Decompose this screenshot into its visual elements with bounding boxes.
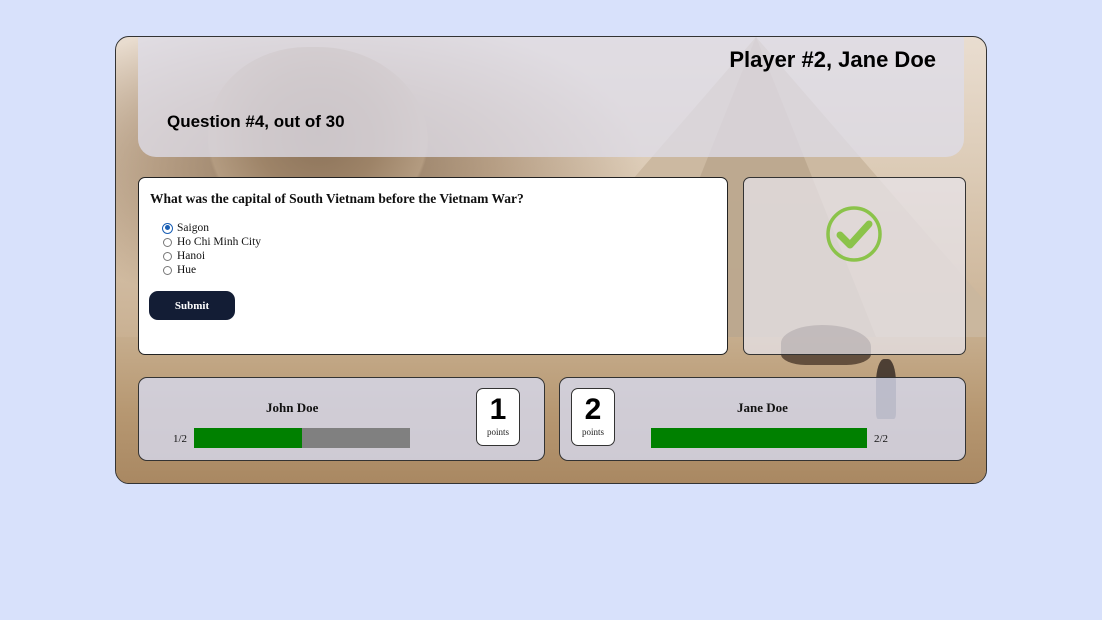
progress-bar (194, 428, 410, 448)
progress-label: 1/2 (173, 433, 188, 445)
player-name: John Doe (266, 400, 319, 415)
question-counter: Question #4, out of 30 (167, 112, 345, 131)
player-card-john-doe: John Doe 1/2 1 points (138, 377, 545, 461)
points-value: 1 (489, 393, 507, 426)
radio-button[interactable] (163, 251, 172, 261)
answer-option-label: Hue (177, 264, 197, 276)
progress-bar-fill (194, 428, 302, 448)
answer-option-ho-chi-minh-city[interactable]: Ho Chi Minh City (163, 235, 261, 249)
answer-result-panel (743, 177, 966, 355)
answer-option-label: Saigon (177, 222, 209, 234)
current-player-title: Player #2, Jane Doe (729, 47, 936, 72)
answer-option-label: Ho Chi Minh City (177, 236, 262, 248)
points-box: 1 points (476, 388, 520, 446)
answer-option-hue[interactable]: Hue (163, 263, 261, 277)
answer-option-label: Hanoi (177, 250, 206, 262)
radio-button[interactable] (163, 265, 172, 275)
question-text: What was the capital of South Vietnam be… (150, 191, 524, 206)
submit-button[interactable]: Submit (149, 291, 235, 320)
player-card-jane-doe: 2 points Jane Doe 2/2 (559, 377, 966, 461)
radio-button[interactable] (163, 237, 172, 247)
radio-button-selected[interactable] (162, 222, 173, 234)
answer-option-hanoi[interactable]: Hanoi (163, 249, 261, 263)
game-frame: Player #2, Jane Doe Question #4, out of … (115, 36, 987, 484)
progress-bar (651, 428, 867, 448)
points-box: 2 points (571, 388, 615, 446)
points-value: 2 (584, 393, 602, 426)
points-label: points (486, 427, 509, 437)
question-card: What was the capital of South Vietnam be… (138, 177, 728, 355)
answer-options: Saigon Ho Chi Minh City Hanoi Hue (162, 221, 261, 277)
points-label: points (581, 427, 604, 437)
answer-option-saigon[interactable]: Saigon (162, 221, 261, 235)
progress-label: 2/2 (874, 433, 889, 445)
player-name: Jane Doe (737, 400, 788, 415)
header-panel: Player #2, Jane Doe Question #4, out of … (138, 37, 964, 157)
check-circle-icon (826, 206, 882, 262)
progress-bar-fill (651, 428, 867, 448)
